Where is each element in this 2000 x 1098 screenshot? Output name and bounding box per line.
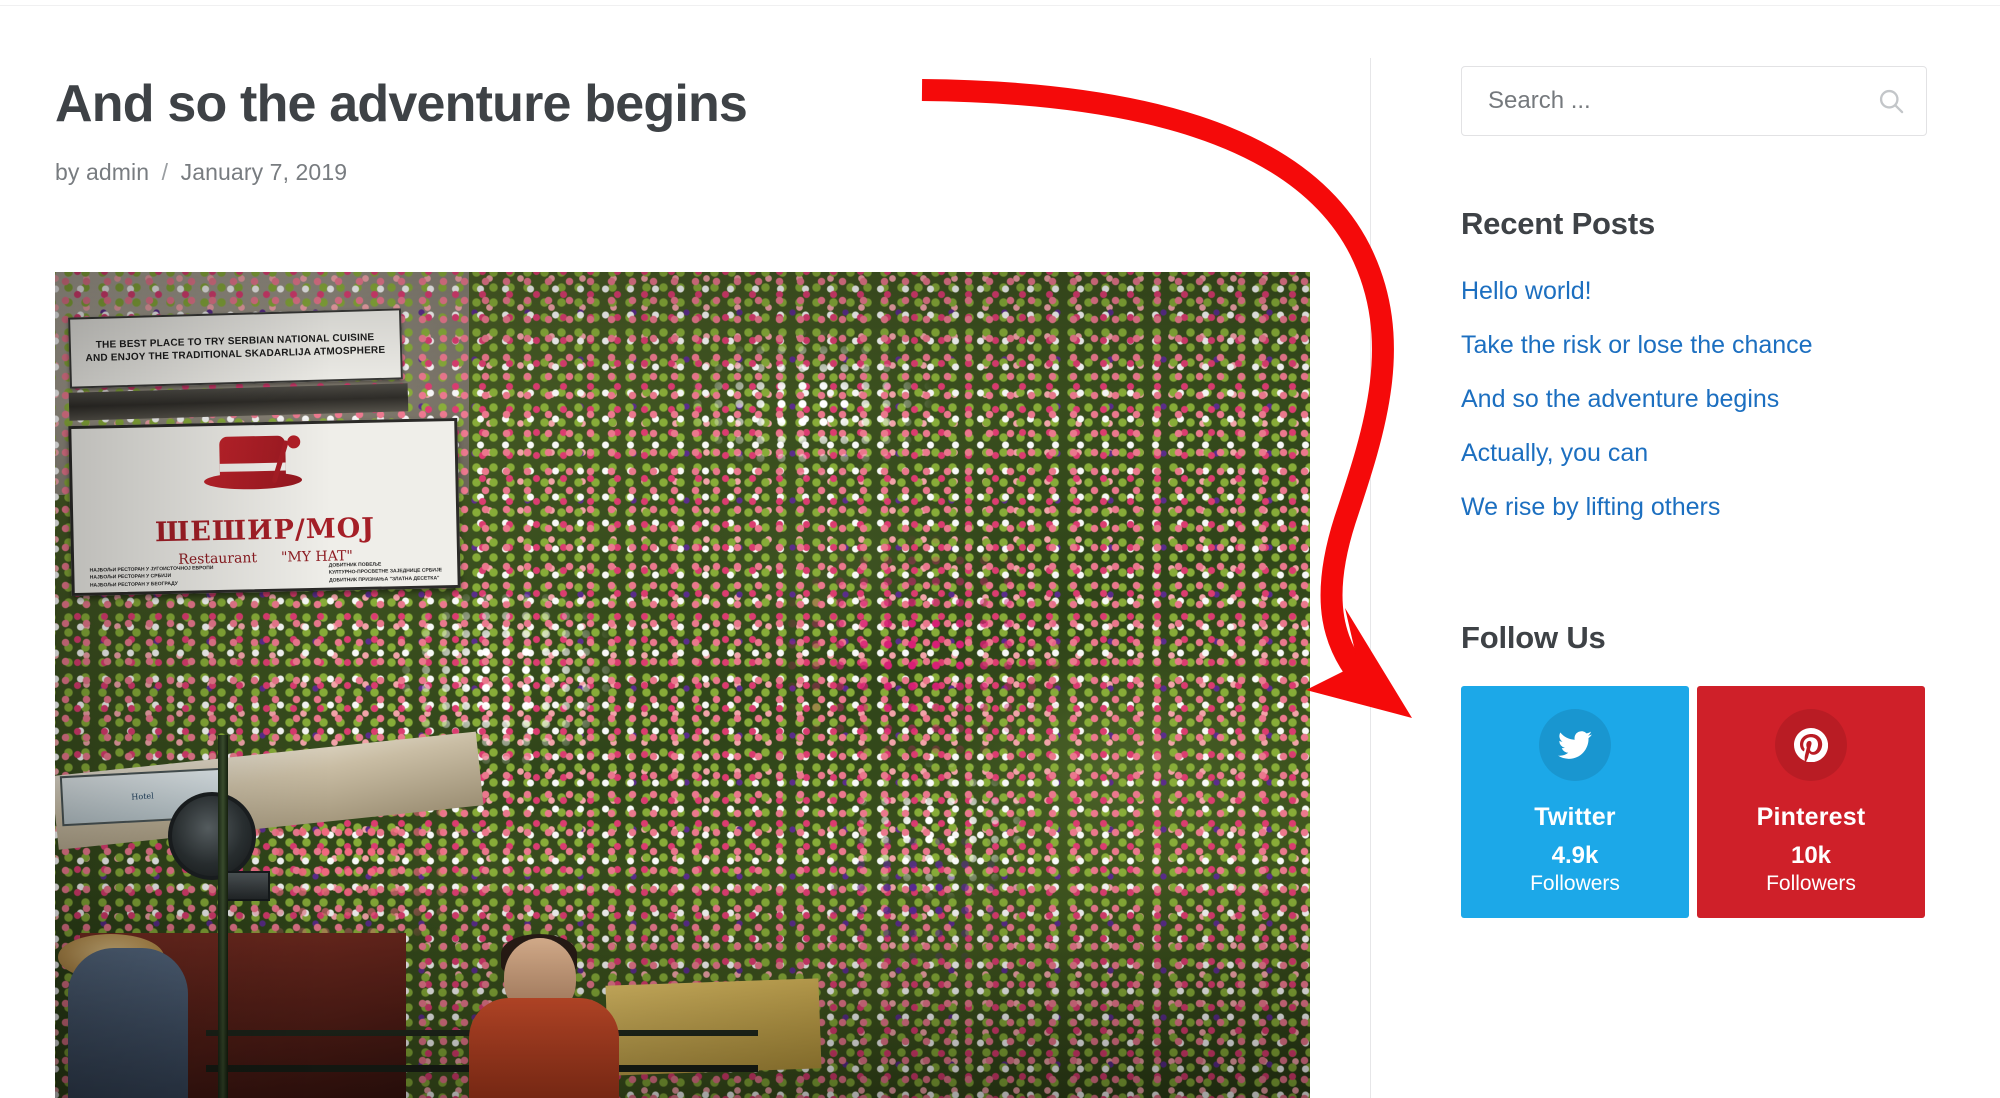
social-follower-count: 4.9k	[1551, 841, 1599, 869]
recent-post-link[interactable]: We rise by lifting others	[1461, 480, 1720, 534]
recent-posts-widget: Recent Posts Hello world! Take the risk …	[1461, 206, 1931, 534]
follow-us-title: Follow Us	[1461, 620, 1606, 655]
featured-image: THE BEST PLACE TO TRY SERBIAN NATIONAL C…	[55, 272, 1310, 1098]
page-title: And so the adventure begins	[55, 75, 748, 133]
recent-post-link[interactable]: Hello world!	[1461, 264, 1592, 318]
social-network-name: Twitter	[1534, 802, 1616, 831]
search-input[interactable]	[1461, 66, 1927, 136]
post-date: January 7, 2019	[180, 158, 348, 185]
social-follower-count: 10k	[1790, 841, 1832, 869]
social-network-name: Pinterest	[1756, 802, 1866, 831]
pinterest-p-icon	[1775, 708, 1847, 781]
list-item: And so the adventure begins	[1461, 372, 1931, 426]
byline-prefix: by	[55, 158, 80, 185]
post-meta: by admin / January 7, 2019	[55, 159, 1315, 186]
recent-posts-list: Hello world! Take the risk or lose the c…	[1461, 264, 1931, 534]
photo-vignette	[55, 272, 1310, 1098]
recent-post-link[interactable]: Actually, you can	[1461, 426, 1648, 480]
list-item: Actually, you can	[1461, 426, 1931, 480]
social-card-pinterest[interactable]: Pinterest 10k Followers	[1697, 686, 1925, 918]
social-follower-label: Followers	[1766, 871, 1856, 895]
twitter-bird-icon	[1539, 708, 1611, 781]
list-item: Hello world!	[1461, 264, 1931, 318]
social-card-twitter[interactable]: Twitter 4.9k Followers	[1461, 686, 1689, 918]
sidebar: Recent Posts Hello world! Take the risk …	[1461, 0, 1931, 918]
blog-post-page: And so the adventure begins by admin / J…	[0, 0, 2000, 1098]
social-follower-label: Followers	[1530, 871, 1620, 895]
photo-canvas: THE BEST PLACE TO TRY SERBIAN NATIONAL C…	[55, 272, 1310, 1098]
recent-posts-title: Recent Posts	[1461, 206, 1655, 241]
list-item: Take the risk or lose the chance	[1461, 318, 1931, 372]
sidebar-divider	[1370, 58, 1371, 1098]
search-widget	[1461, 66, 1927, 136]
follow-us-widget: Follow Us Twitter 4.9k Followers Pintere…	[1461, 620, 1931, 918]
social-cards-row: Twitter 4.9k Followers Pinterest 10k Fol…	[1461, 686, 1931, 918]
recent-post-link[interactable]: Take the risk or lose the chance	[1461, 318, 1813, 372]
article-column: And so the adventure begins by admin / J…	[55, 0, 1315, 186]
meta-separator: /	[161, 158, 169, 185]
recent-post-link[interactable]: And so the adventure begins	[1461, 372, 1779, 426]
post-author[interactable]: admin	[86, 159, 149, 185]
list-item: We rise by lifting others	[1461, 480, 1931, 534]
